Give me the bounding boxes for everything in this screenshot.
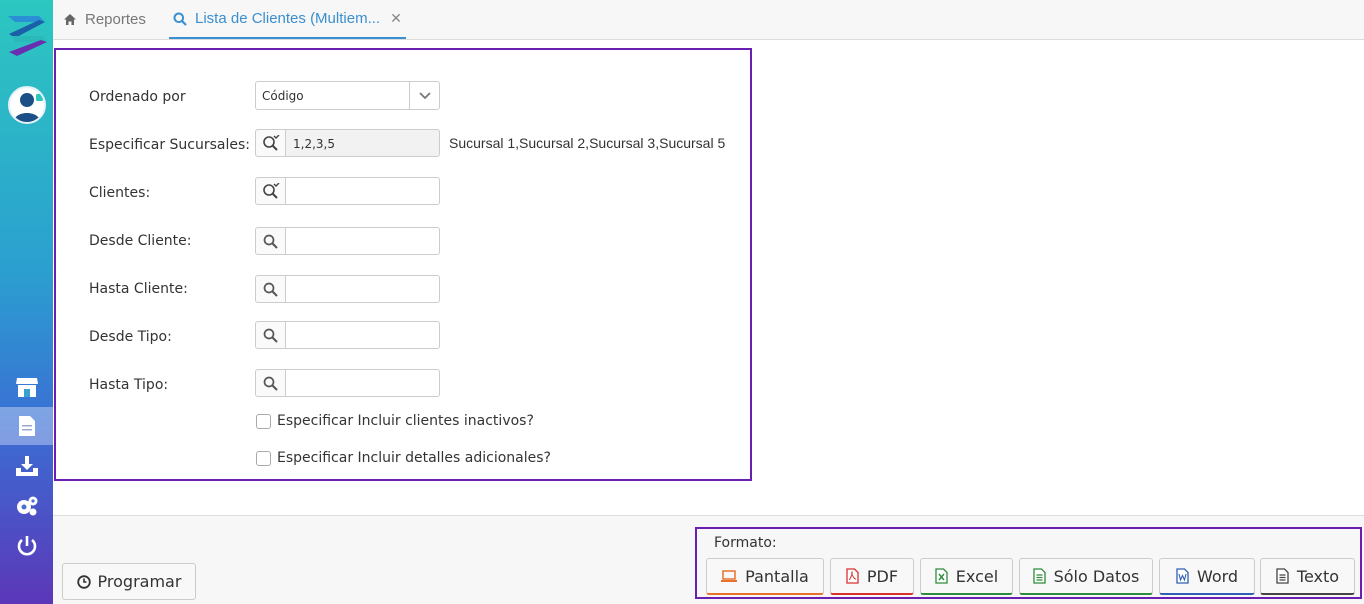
ordenado-por-label: Ordenado por [89, 89, 186, 105]
clock-icon [76, 574, 91, 589]
desde-cliente-field[interactable] [255, 227, 440, 255]
sucursales-value: 1,2,3,5 [293, 137, 335, 151]
texto-label: Texto [1296, 566, 1340, 586]
formato-panel: Formato: Pantalla PDF Excel Sólo Datos W… [695, 527, 1362, 599]
solo-datos-label: Sólo Datos [1053, 566, 1140, 586]
incluir-detalles-label: Especificar Incluir detalles adicionales… [277, 450, 551, 466]
data-file-icon [1032, 568, 1046, 584]
multi-search-icon[interactable] [256, 130, 286, 156]
clientes-label: Clientes: [89, 185, 151, 201]
chevron-down-icon[interactable] [409, 82, 439, 109]
clientes-field[interactable] [255, 177, 440, 205]
store-icon[interactable] [0, 368, 53, 406]
ordenado-por-select[interactable]: Código [255, 81, 440, 110]
hasta-cliente-label: Hasta Cliente: [89, 281, 188, 297]
incluir-inactivos-label: Especificar Incluir clientes inactivos? [277, 413, 534, 429]
download-tray-icon[interactable] [0, 447, 53, 485]
sidebar [0, 0, 53, 604]
close-tab-icon[interactable]: ✕ [390, 10, 402, 27]
report-parameters-panel: Ordenado por Código Especificar Sucursal… [54, 48, 752, 481]
tab-label: Reportes [85, 11, 146, 28]
sucursales-label: Especificar Sucursales: [89, 137, 250, 153]
excel-file-icon [935, 568, 948, 584]
search-icon [173, 12, 187, 26]
checkbox-box[interactable] [256, 450, 271, 466]
app-logo[interactable] [5, 12, 49, 56]
monitor-icon [721, 569, 738, 583]
texto-button[interactable]: Texto [1260, 558, 1355, 595]
pantalla-button[interactable]: Pantalla [706, 558, 824, 595]
solo-datos-button[interactable]: Sólo Datos [1019, 558, 1153, 595]
formato-label: Formato: [714, 535, 777, 551]
excel-label: Excel [955, 566, 999, 586]
pantalla-label: Pantalla [745, 566, 809, 586]
home-icon [63, 13, 77, 26]
ordenado-por-value: Código [262, 89, 304, 103]
text-file-icon [1276, 568, 1289, 584]
word-file-icon [1176, 568, 1189, 584]
user-avatar[interactable] [8, 86, 46, 124]
pdf-button[interactable]: PDF [830, 558, 914, 595]
word-label: Word [1196, 566, 1239, 586]
search-icon[interactable] [256, 276, 286, 302]
sucursales-field[interactable]: 1,2,3,5 [255, 129, 440, 157]
hasta-tipo-label: Hasta Tipo: [89, 377, 169, 393]
excel-button[interactable]: Excel [920, 558, 1013, 595]
desde-tipo-field[interactable] [255, 321, 440, 349]
desde-cliente-label: Desde Cliente: [89, 233, 192, 249]
document-icon[interactable] [0, 407, 53, 445]
search-icon[interactable] [256, 228, 286, 254]
hasta-tipo-field[interactable] [255, 369, 440, 397]
incluir-detalles-checkbox[interactable]: Especificar Incluir detalles adicionales… [256, 450, 551, 466]
incluir-inactivos-checkbox[interactable]: Especificar Incluir clientes inactivos? [256, 413, 534, 429]
multi-search-icon[interactable] [256, 178, 286, 204]
programar-label: Programar [97, 572, 182, 591]
checkbox-box[interactable] [256, 413, 271, 429]
search-icon[interactable] [256, 322, 286, 348]
hasta-cliente-field[interactable] [255, 275, 440, 303]
pdf-file-icon [846, 568, 859, 584]
tab-reportes[interactable]: Reportes [63, 0, 146, 39]
tab-label: Lista de Clientes (Multiem... [195, 10, 381, 27]
pdf-label: PDF [866, 566, 899, 586]
desde-tipo-label: Desde Tipo: [89, 329, 172, 345]
sucursales-description: Sucursal 1,Sucursal 2,Sucursal 3,Sucursa… [449, 135, 726, 151]
word-button[interactable]: Word [1159, 558, 1255, 595]
programar-button[interactable]: Programar [62, 563, 196, 600]
search-icon[interactable] [256, 370, 286, 396]
tab-bar: Reportes Lista de Clientes (Multiem... ✕ [53, 0, 1364, 40]
tab-lista-clientes[interactable]: Lista de Clientes (Multiem... ✕ [169, 0, 406, 39]
power-icon[interactable] [0, 527, 53, 565]
settings-gears-icon[interactable] [0, 487, 53, 525]
